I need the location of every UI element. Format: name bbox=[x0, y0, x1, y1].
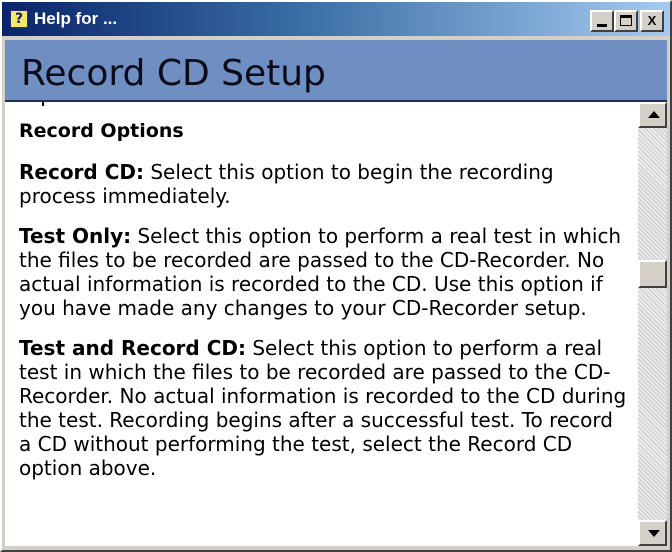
help-content: Record Options Record CD: Select this op… bbox=[5, 102, 638, 546]
option-term: Record CD: bbox=[19, 160, 144, 184]
option-record-cd: Record CD: Select this option to begin t… bbox=[19, 160, 629, 208]
close-button[interactable]: X bbox=[640, 10, 664, 32]
topic-header: Record CD Setup bbox=[5, 40, 667, 102]
minimize-button[interactable] bbox=[590, 10, 614, 32]
scroll-up-button[interactable] bbox=[638, 102, 667, 128]
option-test-only: Test Only: Select this option to perform… bbox=[19, 224, 629, 320]
scroll-down-button[interactable] bbox=[638, 520, 667, 546]
window-title: Help for ... bbox=[34, 9, 118, 28]
scroll-thumb[interactable] bbox=[638, 260, 667, 288]
close-icon: X bbox=[647, 13, 657, 28]
arrow-down-icon bbox=[648, 530, 660, 537]
help-window: ? Help for ... X Record CD Setup Record … bbox=[0, 0, 672, 552]
vertical-scrollbar[interactable] bbox=[638, 102, 667, 546]
minimize-icon bbox=[597, 24, 607, 27]
help-question-icon[interactable]: ? bbox=[10, 10, 28, 28]
title-bar[interactable]: ? Help for ... X bbox=[2, 2, 670, 36]
arrow-up-icon bbox=[648, 111, 660, 118]
option-term: Test and Record CD: bbox=[19, 336, 246, 360]
maximize-icon bbox=[620, 15, 632, 26]
maximize-button[interactable] bbox=[614, 10, 638, 32]
section-heading: Record Options bbox=[19, 120, 184, 142]
help-text: Record Options Record CD: Select this op… bbox=[19, 102, 629, 480]
option-test-and-record: Test and Record CD: Select this option t… bbox=[19, 336, 629, 480]
page-title: Record CD Setup bbox=[21, 53, 326, 94]
option-term: Test Only: bbox=[19, 224, 132, 248]
